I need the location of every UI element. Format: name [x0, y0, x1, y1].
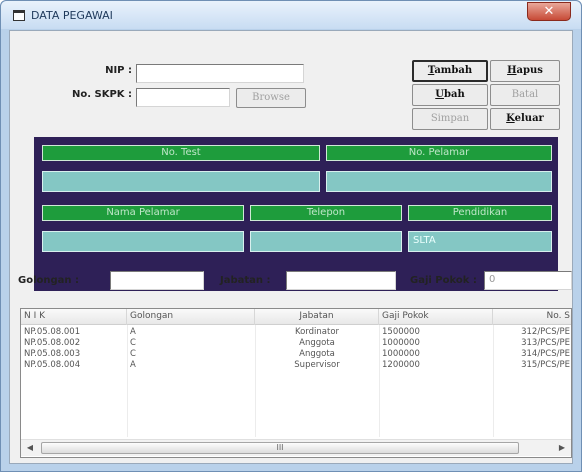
cell-no-sk: 312/PCS/PE [521, 327, 570, 337]
close-button[interactable]: ✕ [527, 2, 571, 21]
cell-gaji-pokok: 1200000 [382, 360, 420, 370]
window-title: DATA PEGAWAI [31, 9, 113, 22]
table-row[interactable]: NP.05.08.003 C Anggota 1000000 314/PCS/P… [21, 349, 571, 360]
cell-gaji-pokok: 1000000 [382, 349, 420, 359]
batal-button[interactable]: Batal [490, 84, 560, 106]
table-row[interactable]: NP.05.08.004 A Supervisor 1200000 315/PC… [21, 360, 571, 371]
cell-jabatan: Supervisor [294, 360, 340, 370]
column-header-golongan[interactable]: Golongan [127, 309, 255, 325]
ubah-accel: U [435, 89, 444, 100]
cell-no-sk: 313/PCS/PE [521, 338, 570, 348]
browse-button[interactable]: Browse [236, 88, 306, 108]
cell-no-sk: 315/PCS/PE [521, 360, 570, 370]
title-bar[interactable]: DATA PEGAWAI ✕ [1, 1, 581, 29]
hapus-rest: apus [516, 65, 543, 76]
form-client-area: NIP : No. SKPK : Browse Tambah Hapus Uba… [9, 30, 573, 464]
hapus-button[interactable]: Hapus [490, 60, 560, 82]
cell-nik: NP.05.08.004 [24, 360, 81, 370]
cell-nik: NP.05.08.002 [24, 338, 81, 348]
jabatan-input[interactable] [286, 271, 396, 290]
golongan-label: Golongan : [18, 275, 80, 286]
telepon-header: Telepon [250, 205, 402, 221]
horizontal-scrollbar[interactable]: ◀ III ▶ [21, 439, 571, 456]
window-icon [13, 10, 25, 21]
cell-jabatan: Anggota [299, 338, 335, 348]
no-test-field[interactable] [42, 171, 320, 192]
employee-listview[interactable]: N I K Golongan Jabatan Gaji Pokok No. S … [20, 308, 572, 458]
keluar-rest: eluar [514, 113, 544, 124]
telepon-field[interactable] [250, 231, 402, 252]
nama-pelamar-header: Nama Pelamar [42, 205, 244, 221]
cell-golongan: A [130, 360, 136, 370]
nip-input[interactable] [136, 64, 304, 83]
cell-jabatan: Kordinator [294, 327, 340, 337]
cell-golongan: C [130, 349, 136, 359]
cell-golongan: C [130, 338, 136, 348]
skpk-input[interactable] [136, 88, 230, 107]
cell-jabatan: Anggota [299, 349, 335, 359]
table-row[interactable]: NP.05.08.001 A Kordinator 1500000 312/PC… [21, 327, 571, 338]
ubah-button[interactable]: Ubah [412, 84, 488, 106]
ubah-rest: bah [443, 89, 465, 100]
cell-gaji-pokok: 1000000 [382, 338, 420, 348]
data-pegawai-window: DATA PEGAWAI ✕ NIP : No. SKPK : Browse T… [0, 0, 582, 472]
column-header-jabatan[interactable]: Jabatan [255, 309, 379, 325]
cell-nik: NP.05.08.001 [24, 327, 81, 337]
no-pelamar-field[interactable] [326, 171, 552, 192]
table-row[interactable]: NP.05.08.002 C Anggota 1000000 313/PCS/P… [21, 338, 571, 349]
nama-pelamar-field[interactable] [42, 231, 244, 252]
hapus-accel: H [507, 65, 517, 76]
gaji-pokok-input[interactable]: 0 [484, 271, 572, 290]
scroll-thumb[interactable]: III [41, 442, 519, 454]
skpk-label: No. SKPK : [71, 89, 132, 100]
listview-header: N I K Golongan Jabatan Gaji Pokok No. S [21, 309, 571, 325]
golongan-input[interactable] [110, 271, 204, 290]
keluar-accel: K [506, 113, 515, 124]
scroll-left-icon[interactable]: ◀ [23, 441, 37, 455]
pendidikan-field[interactable]: SLTA [408, 231, 552, 252]
jabatan-label: Jabatan : [220, 275, 271, 286]
column-header-nik[interactable]: N I K [21, 309, 127, 325]
nip-label: NIP : [105, 65, 132, 76]
cell-gaji-pokok: 1500000 [382, 327, 420, 337]
applicant-panel: No. Test No. Pelamar Nama Pelamar Telepo… [34, 137, 558, 291]
tambah-rest: ambah [434, 65, 473, 76]
column-header-no-sk[interactable]: No. S [493, 309, 571, 325]
gaji-pokok-label: Gaji Pokok : [410, 275, 477, 286]
scroll-right-icon[interactable]: ▶ [555, 441, 569, 455]
cell-no-sk: 314/PCS/PE [521, 349, 570, 359]
tambah-button[interactable]: Tambah [412, 60, 488, 82]
keluar-button[interactable]: Keluar [490, 108, 560, 130]
column-header-gaji-pokok[interactable]: Gaji Pokok [379, 309, 493, 325]
scroll-grip-icon: III [276, 443, 284, 452]
pendidikan-header: Pendidikan [408, 205, 552, 221]
cell-golongan: A [130, 327, 136, 337]
simpan-button[interactable]: Simpan [412, 108, 488, 130]
cell-nik: NP.05.08.003 [24, 349, 81, 359]
no-test-header: No. Test [42, 145, 320, 161]
no-pelamar-header: No. Pelamar [326, 145, 552, 161]
